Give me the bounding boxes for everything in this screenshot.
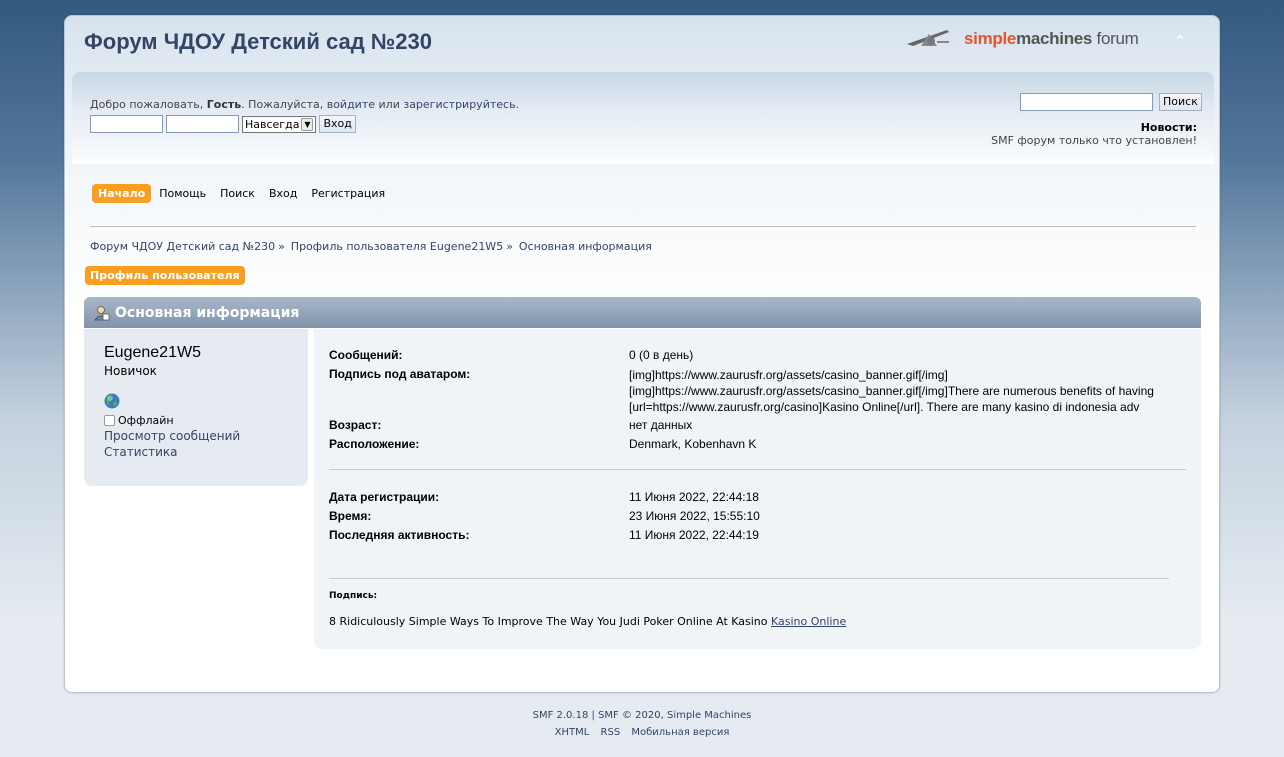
profile-details: Сообщений: 0 (0 в день) Подпись под авата… bbox=[314, 329, 1201, 649]
section-title: Основная информация bbox=[115, 304, 300, 321]
divider bbox=[329, 469, 1186, 470]
website-globe-icon[interactable] bbox=[104, 393, 120, 409]
news-text: SMF форум только что установлен! bbox=[991, 134, 1197, 147]
username: Eugene21W5 bbox=[104, 344, 201, 361]
footer-smf-version[interactable]: SMF 2.0.18 bbox=[533, 710, 589, 721]
profile-sidebar: Eugene21W5 Новичок Оффлайн Просмотр сооб… bbox=[84, 329, 308, 486]
footer-xhtml-link[interactable]: XHTML bbox=[555, 727, 590, 738]
breadcrumb-forum[interactable]: Форум ЧДОУ Детский сад №230 bbox=[90, 240, 275, 253]
footer-copyright: SMF 2.0.18 | SMF © 2020, Simple Machines bbox=[532, 710, 752, 721]
breadcrumb-profile[interactable]: Профиль пользователя Eugene21W5 bbox=[291, 240, 503, 253]
breadcrumb-summary[interactable]: Основная информация bbox=[519, 240, 652, 253]
divider bbox=[329, 578, 1169, 579]
signature-text: 8 Ridiculously Simple Ways To Improve Th… bbox=[329, 615, 847, 628]
search-button[interactable]: Поиск bbox=[1159, 93, 1202, 111]
guest-label: Гость bbox=[206, 98, 242, 111]
username-input[interactable] bbox=[90, 115, 163, 133]
user-section: Добро пожаловать, Гость. Пожалуйста, вой… bbox=[72, 72, 1214, 164]
login-duration-select[interactable]: Навсегда ▼ bbox=[242, 115, 317, 133]
view-posts-link[interactable]: Просмотр сообщений bbox=[104, 429, 240, 443]
menu-item-help[interactable]: Помощь bbox=[153, 184, 212, 203]
forum-title[interactable]: Форум ЧДОУ Детский сад №230 bbox=[84, 29, 432, 55]
search-input[interactable] bbox=[1020, 93, 1153, 111]
main-menu: Начало Помощь Поиск Вход Регистрация bbox=[92, 184, 393, 203]
footer-simple-machines[interactable]: Simple Machines bbox=[667, 710, 751, 721]
signature-label: Подпись: bbox=[329, 591, 378, 601]
menu-item-home[interactable]: Начало bbox=[92, 184, 152, 203]
divider bbox=[90, 226, 1196, 227]
password-input[interactable] bbox=[166, 115, 239, 133]
footer-rss-link[interactable]: RSS bbox=[601, 727, 621, 738]
menu-item-search[interactable]: Поиск bbox=[214, 184, 261, 203]
menu-item-login[interactable]: Вход bbox=[263, 184, 303, 203]
register-link[interactable]: зарегистрируйтесь bbox=[403, 98, 515, 111]
quick-login: Навсегда ▼ Вход bbox=[90, 115, 356, 133]
offline-status-icon bbox=[104, 415, 115, 426]
online-status: Оффлайн bbox=[104, 414, 174, 427]
login-link[interactable]: войдите bbox=[327, 98, 375, 111]
forum-wrapper: Форум ЧДОУ Детский сад №230 simplemachin… bbox=[64, 15, 1220, 693]
chevron-down-icon: ▼ bbox=[301, 117, 314, 131]
login-button[interactable]: Вход bbox=[319, 115, 356, 133]
user-icon bbox=[94, 305, 110, 320]
section-header: Основная информация bbox=[84, 297, 1201, 328]
news-title: Новости: bbox=[1140, 121, 1197, 134]
profile-tab[interactable]: Профиль пользователя bbox=[85, 266, 245, 285]
breadcrumb: Форум ЧДОУ Детский сад №230» Профиль пол… bbox=[90, 240, 652, 253]
logo-text: simplemachines forum bbox=[964, 29, 1139, 48]
statistics-link[interactable]: Статистика bbox=[104, 445, 178, 459]
welcome-text: Добро пожаловать, Гость. Пожалуйста, вой… bbox=[90, 98, 520, 111]
user-group: Новичок bbox=[104, 364, 157, 378]
footer-copyright-link[interactable]: SMF © 2020 bbox=[598, 710, 661, 721]
footer-mobile-link[interactable]: Мобильная версия bbox=[631, 727, 729, 738]
footer-links: XHTML RSS Мобильная версия bbox=[0, 727, 1284, 738]
menu-item-register[interactable]: Регистрация bbox=[305, 184, 391, 203]
collapse-header-icon[interactable]: ⌃ bbox=[1169, 31, 1191, 53]
signature-link[interactable]: Kasino Online bbox=[771, 615, 846, 628]
